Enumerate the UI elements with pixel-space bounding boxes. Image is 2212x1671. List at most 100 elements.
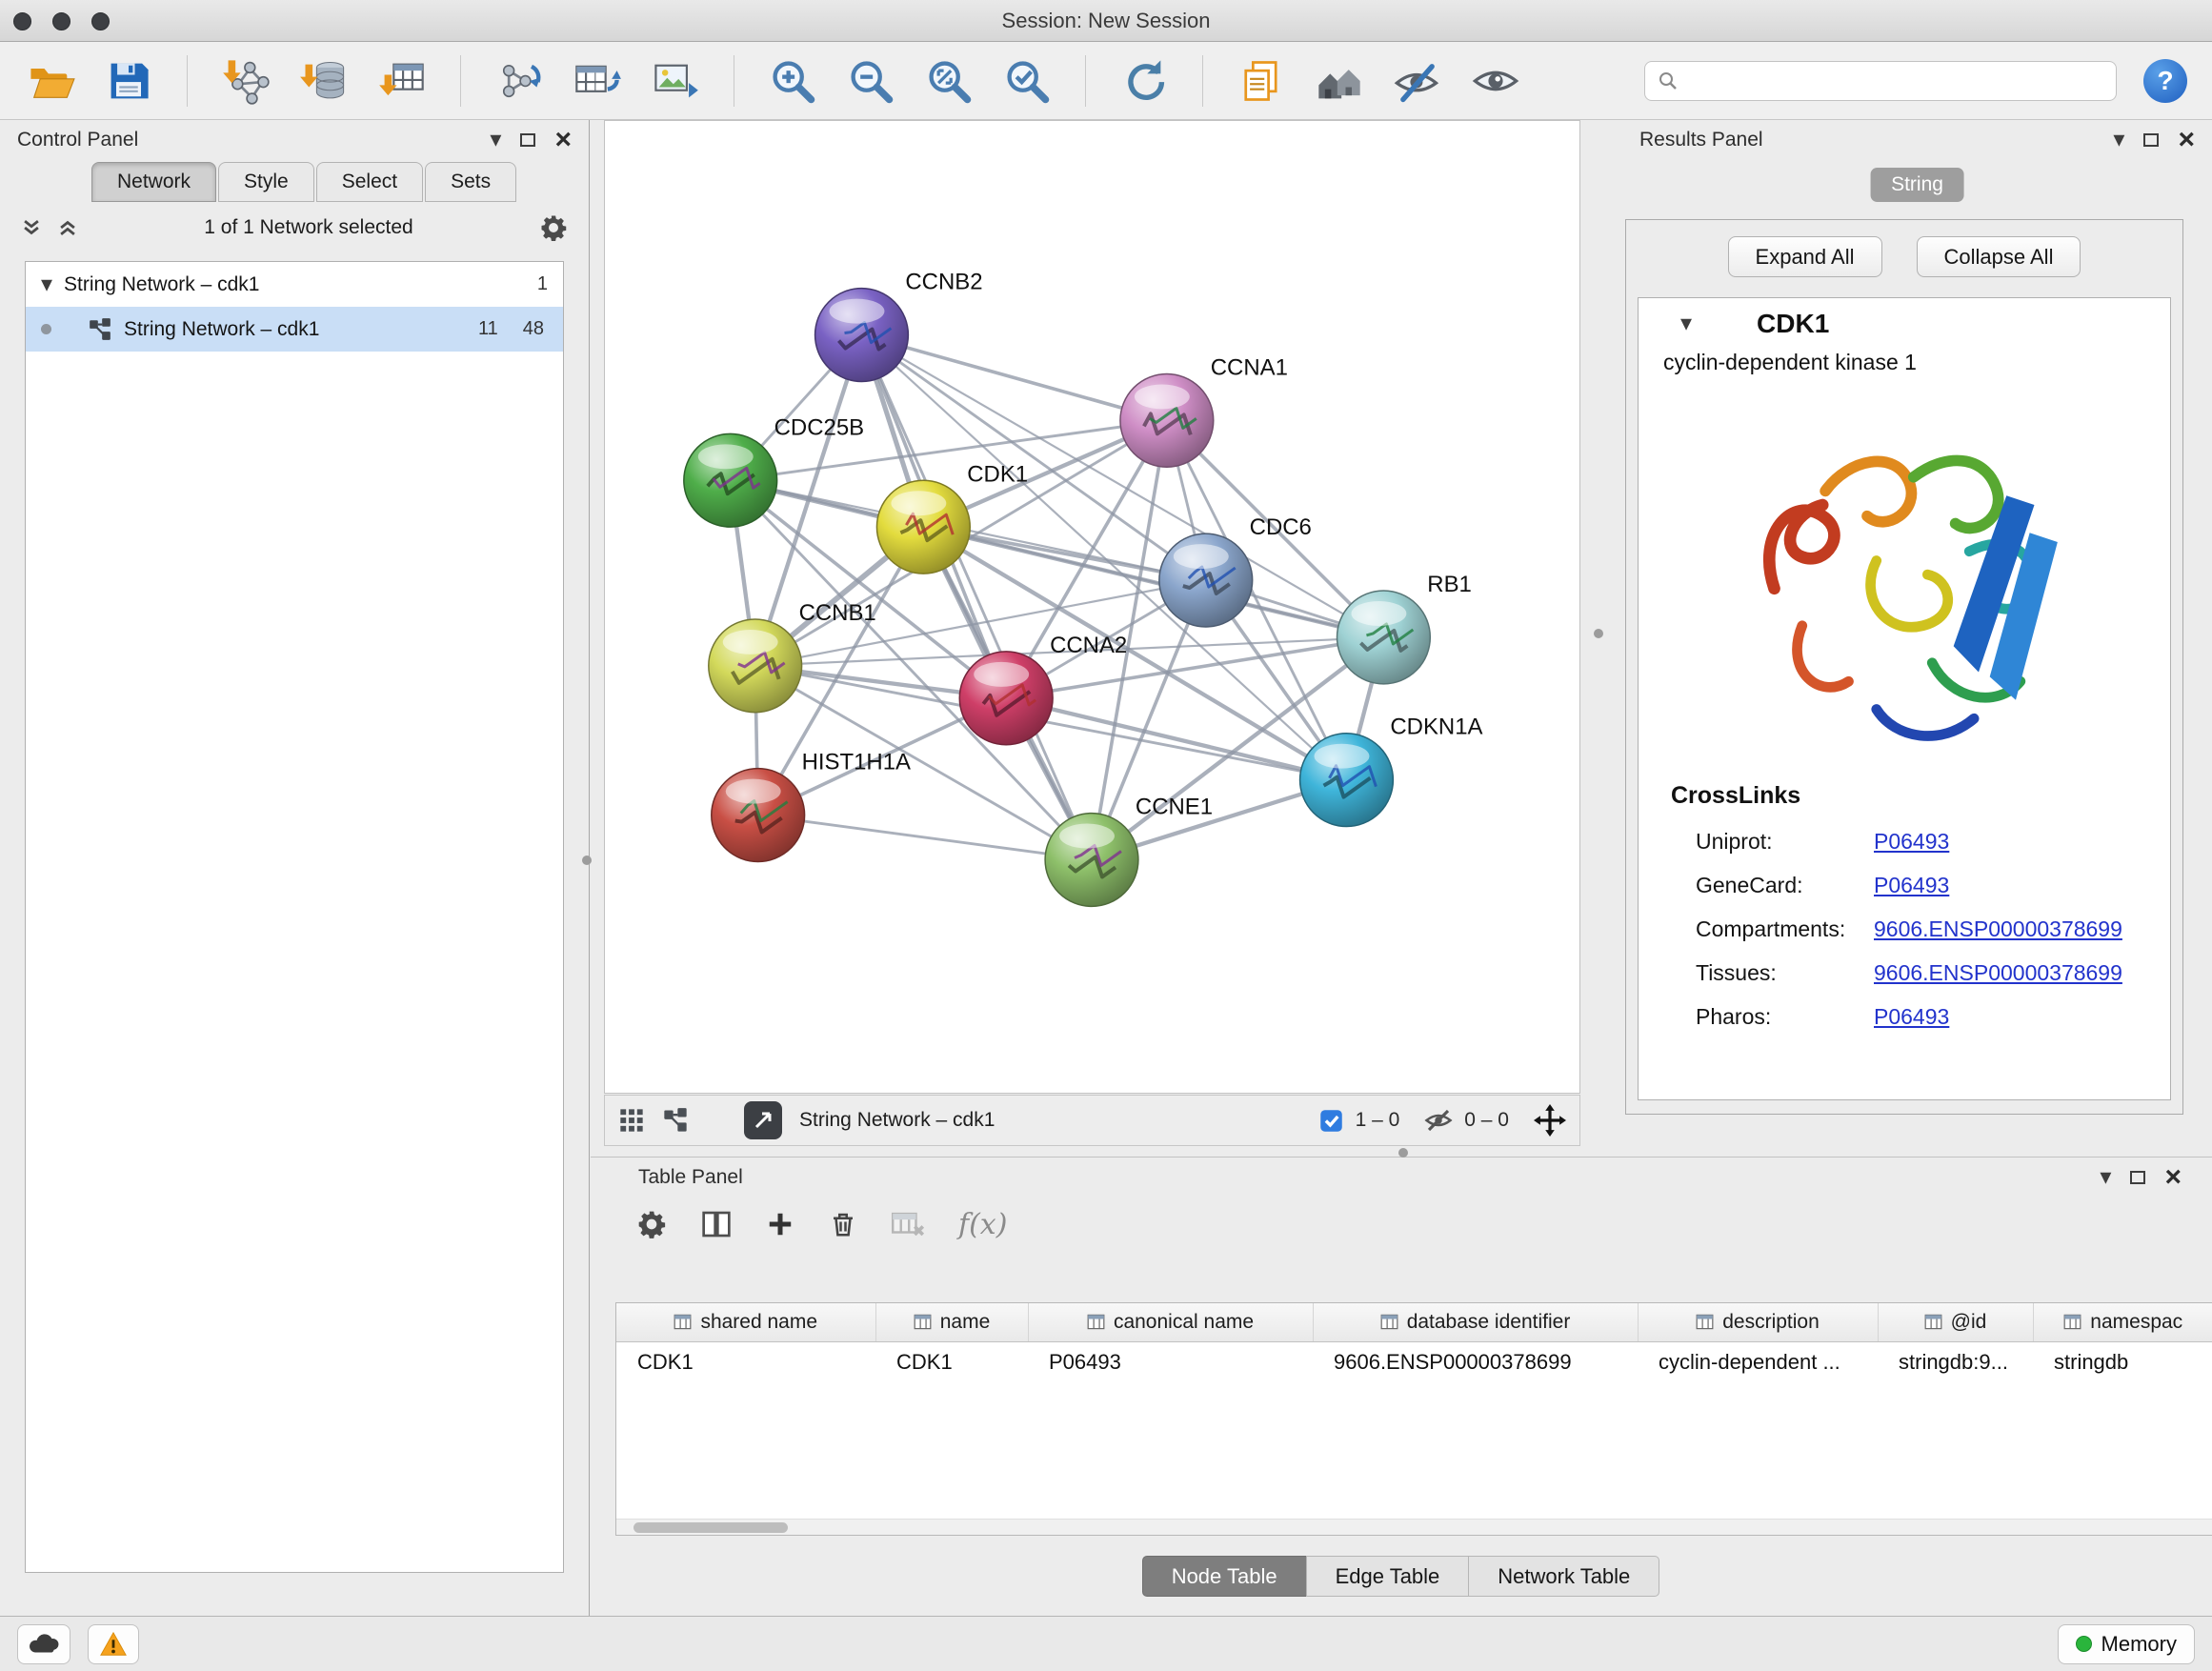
- selected-checkbox-icon[interactable]: [1318, 1108, 1344, 1134]
- birdseye-view-button[interactable]: [744, 1101, 782, 1139]
- status-bar: Memory: [0, 1616, 2212, 1671]
- duplicate-document-icon[interactable]: [1234, 53, 1289, 109]
- gear-icon[interactable]: [539, 213, 568, 242]
- collapse-all-networks-icon[interactable]: [21, 217, 42, 238]
- control-panel-close-icon[interactable]: ×: [554, 126, 572, 154]
- tab-select[interactable]: Select: [316, 162, 423, 202]
- results-panel-float-icon[interactable]: ▾: [2113, 129, 2124, 151]
- expand-all-button[interactable]: Expand All: [1728, 236, 1882, 277]
- network-node-CDC25B[interactable]: CDC25B: [684, 414, 864, 527]
- crosslink-pharos-link[interactable]: P06493: [1874, 1004, 1949, 1030]
- delete-table-icon: [892, 1210, 924, 1238]
- tab-edge-table[interactable]: Edge Table: [1306, 1556, 1470, 1597]
- table-panel-float-icon[interactable]: ▾: [2100, 1166, 2111, 1189]
- column-header-id[interactable]: @id: [1878, 1303, 2033, 1341]
- table-panel-title: Table Panel: [638, 1166, 743, 1189]
- crosslink-compartments-link[interactable]: 9606.ENSP00000378699: [1874, 916, 2122, 942]
- column-header-description[interactable]: description: [1638, 1303, 1878, 1341]
- vertical-splitter-handle[interactable]: [582, 856, 592, 865]
- network-edge-CCNB2-CCNE1[interactable]: [861, 335, 1092, 860]
- add-column-icon[interactable]: [766, 1210, 794, 1238]
- network-node-CDC6[interactable]: CDC6: [1159, 514, 1312, 627]
- help-button[interactable]: ?: [2143, 59, 2187, 103]
- cloud-button[interactable]: [17, 1624, 70, 1664]
- share-network-icon[interactable]: [662, 1107, 689, 1134]
- search-input[interactable]: [1689, 68, 2104, 94]
- network-node-label: CDKN1A: [1390, 715, 1482, 740]
- refresh-icon[interactable]: [1116, 53, 1172, 109]
- tree-disclosure-icon[interactable]: ▾: [41, 273, 52, 296]
- crosslink-genecard-link[interactable]: P06493: [1874, 873, 1949, 898]
- gene-section-disclosure-icon[interactable]: ▾: [1680, 312, 1692, 335]
- results-splitter-handle[interactable]: [1594, 629, 1603, 638]
- network-node-CCNB2[interactable]: CCNB2: [815, 270, 983, 382]
- control-panel-maximize-icon[interactable]: [520, 133, 535, 147]
- column-header-shared-name[interactable]: shared name: [616, 1303, 875, 1341]
- table-panel-close-icon[interactable]: ×: [2164, 1163, 2182, 1192]
- table-row[interactable]: CDK1 CDK1 P06493 9606.ENSP00000378699 cy…: [616, 1341, 2212, 1383]
- network-node-HIST1H1A[interactable]: HIST1H1A: [712, 750, 911, 862]
- control-panel-float-icon[interactable]: ▾: [490, 129, 501, 151]
- network-view[interactable]: CCNB2CCNA1CDC25BCDK1CDC6RB1CCNB1CCNA2CDK…: [604, 120, 1580, 1094]
- crosslinks-title: CrossLinks: [1671, 782, 2170, 810]
- column-header-canonical-name[interactable]: canonical name: [1028, 1303, 1313, 1341]
- zoom-in-icon[interactable]: [765, 53, 820, 109]
- new-network-icon[interactable]: [492, 53, 547, 109]
- import-network-file-icon[interactable]: [218, 53, 273, 109]
- import-network-database-icon[interactable]: [296, 53, 352, 109]
- delete-column-icon[interactable]: [829, 1210, 857, 1238]
- tab-network-table[interactable]: Network Table: [1468, 1556, 1659, 1597]
- memory-button[interactable]: Memory: [2058, 1624, 2195, 1664]
- hide-annotations-icon[interactable]: [1390, 53, 1445, 109]
- tab-network[interactable]: Network: [91, 162, 216, 202]
- network-node-CDKN1A[interactable]: CDKN1A: [1300, 715, 1483, 827]
- import-table-icon[interactable]: [374, 53, 430, 109]
- tab-sets[interactable]: Sets: [425, 162, 516, 202]
- export-image-icon[interactable]: [648, 53, 703, 109]
- pan-crosshair-icon[interactable]: [1534, 1104, 1566, 1137]
- string-tab-badge[interactable]: String: [1870, 168, 1964, 202]
- results-panel-maximize-icon[interactable]: [2143, 133, 2159, 147]
- table-panel-maximize-icon[interactable]: [2130, 1171, 2145, 1184]
- export-table-icon[interactable]: [570, 53, 625, 109]
- crosslink-label: GeneCard:: [1696, 873, 1874, 898]
- tab-style[interactable]: Style: [218, 162, 314, 202]
- warning-button[interactable]: [88, 1624, 139, 1664]
- column-header-database-identifier[interactable]: database identifier: [1313, 1303, 1638, 1341]
- network-edge-HIST1H1A-CCNE1[interactable]: [758, 815, 1092, 860]
- show-eye-icon[interactable]: [1468, 53, 1523, 109]
- column-header-namespace[interactable]: namespac: [2033, 1303, 2212, 1341]
- hidden-nodes-edges-count: 0 – 0: [1464, 1109, 1509, 1132]
- expand-all-networks-icon[interactable]: [57, 217, 78, 238]
- column-header-name[interactable]: name: [875, 1303, 1028, 1341]
- horizontal-scrollbar[interactable]: [616, 1519, 2212, 1535]
- open-session-icon[interactable]: [23, 53, 78, 109]
- crosslink-uniprot-link[interactable]: P06493: [1874, 829, 1949, 855]
- zoom-selected-icon[interactable]: [999, 53, 1055, 109]
- tab-node-table[interactable]: Node Table: [1142, 1556, 1307, 1597]
- gene-name: CDK1: [1757, 309, 1829, 339]
- grid-view-icon[interactable]: [618, 1107, 645, 1134]
- control-panel-title: Control Panel: [17, 129, 138, 151]
- function-builder-icon[interactable]: f(x): [958, 1208, 1007, 1241]
- table-gear-icon[interactable]: [636, 1209, 667, 1239]
- network-row[interactable]: String Network – cdk1 11 48: [26, 307, 563, 352]
- zoom-fit-icon[interactable]: [921, 53, 976, 109]
- network-canvas[interactable]: CCNB2CCNA1CDC25BCDK1CDC6RB1CCNB1CCNA2CDK…: [605, 121, 1579, 1093]
- cell-namespace: stringdb: [2033, 1341, 2212, 1383]
- network-collection-row[interactable]: ▾ String Network – cdk1 1: [26, 262, 563, 307]
- results-panel-close-icon[interactable]: ×: [2178, 126, 2195, 154]
- network-node-RB1[interactable]: RB1: [1337, 572, 1471, 684]
- network-node-CCNA1[interactable]: CCNA1: [1120, 354, 1288, 467]
- scrollbar-thumb[interactable]: [633, 1522, 788, 1533]
- crosslink-tissues-link[interactable]: 9606.ENSP00000378699: [1874, 960, 2122, 986]
- hidden-eye-slash-icon[interactable]: [1424, 1106, 1453, 1135]
- save-session-icon[interactable]: [101, 53, 156, 109]
- collapse-all-button[interactable]: Collapse All: [1917, 236, 2081, 277]
- search-field[interactable]: [1644, 61, 2117, 101]
- edge-count: 48: [523, 318, 544, 340]
- zoom-out-icon[interactable]: [843, 53, 898, 109]
- show-columns-icon[interactable]: [701, 1209, 732, 1239]
- horizontal-splitter-handle[interactable]: [1398, 1148, 1408, 1158]
- home-network-icon[interactable]: [1312, 53, 1367, 109]
